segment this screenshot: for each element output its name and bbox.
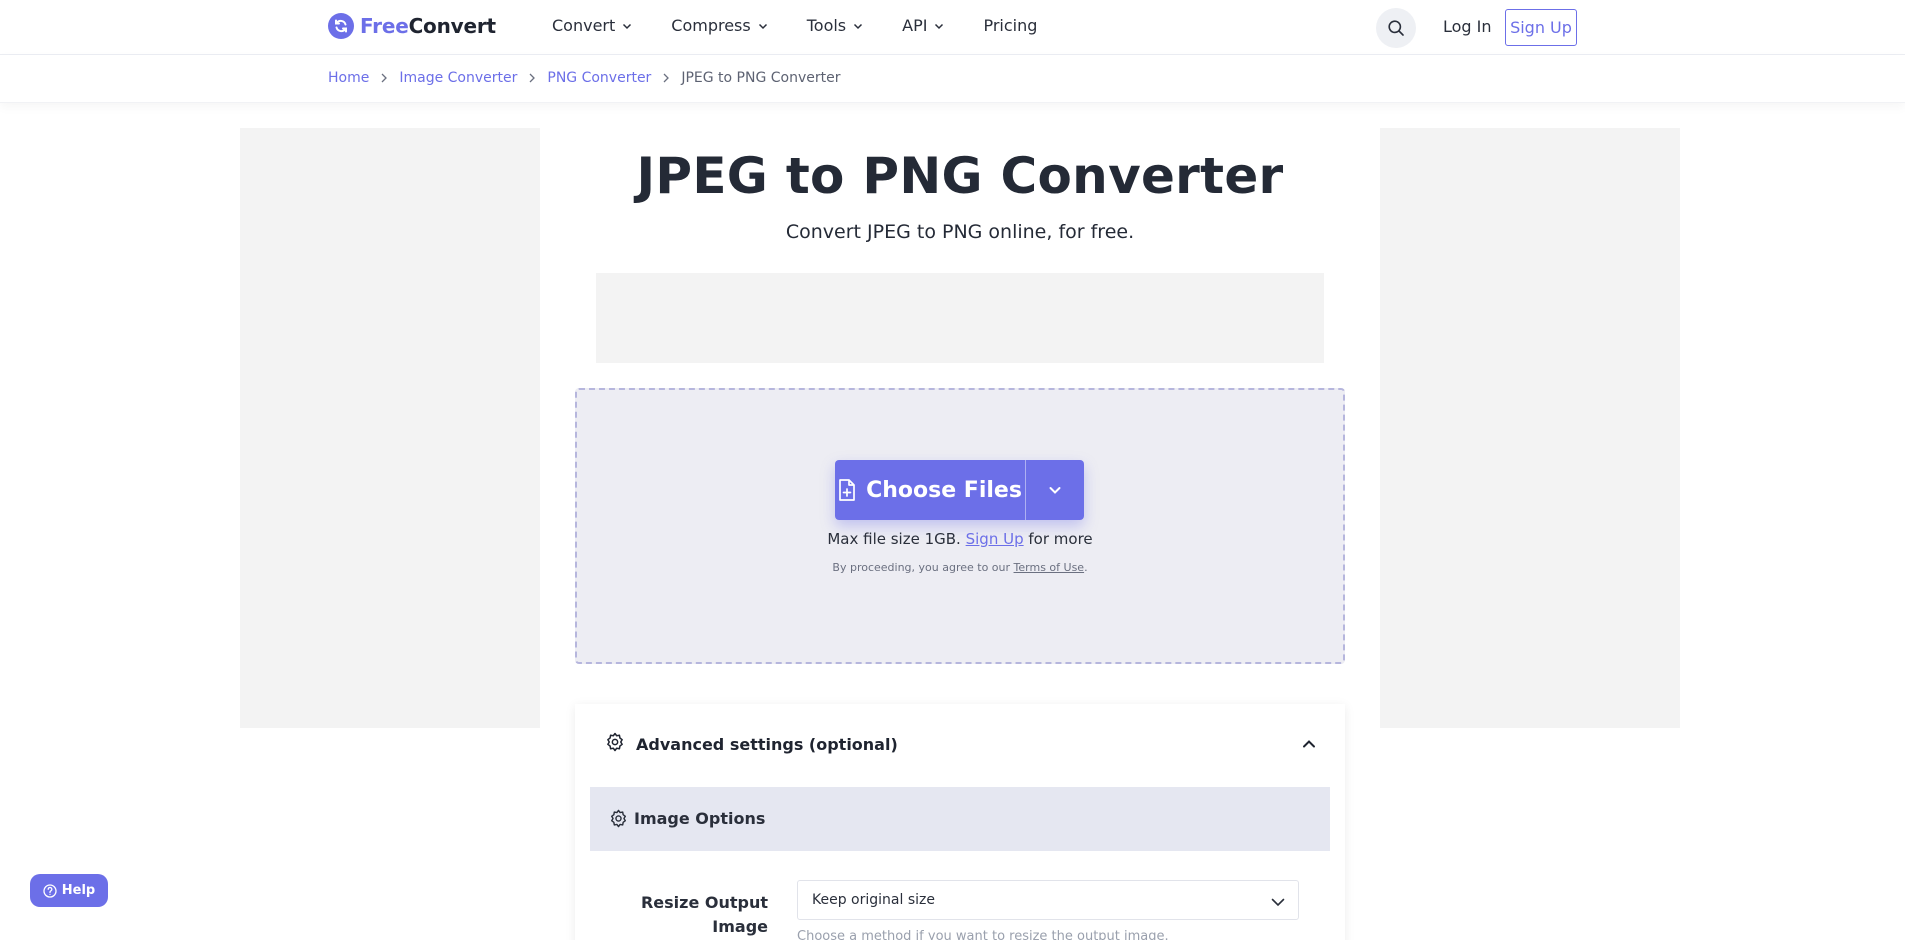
chevron-down-icon <box>758 23 767 29</box>
search-button[interactable] <box>1376 8 1416 48</box>
chevron-right-icon <box>380 73 388 83</box>
chevron-up-icon <box>1301 736 1317 756</box>
nav-pricing[interactable]: Pricing <box>983 16 1037 35</box>
chevron-right-icon <box>662 73 670 83</box>
resize-output-hint: Choose a method if you want to resize th… <box>797 929 1169 940</box>
chevron-down-icon <box>1049 487 1061 494</box>
breadcrumb-current: JPEG to PNG Converter <box>681 70 841 86</box>
breadcrumb-image-converter[interactable]: Image Converter <box>399 70 517 86</box>
terms-period: . <box>1084 561 1088 574</box>
resize-output-value: Keep original size <box>812 892 935 908</box>
breadcrumb-home[interactable]: Home <box>328 70 369 86</box>
file-dropzone[interactable] <box>575 388 1345 664</box>
breadcrumb-png-converter[interactable]: PNG Converter <box>547 70 651 86</box>
gear-icon <box>605 732 625 756</box>
nav-pricing-label: Pricing <box>983 16 1038 35</box>
ad-placeholder-left <box>240 128 540 728</box>
max-size-signup-link[interactable]: Sign Up <box>966 530 1024 548</box>
top-header: FreeConvert Convert Compress Tools API P… <box>0 0 1905 55</box>
nav-compress-label: Compress <box>671 16 751 35</box>
nav-convert-label: Convert <box>552 16 616 35</box>
nav-api-label: API <box>902 16 928 35</box>
choose-files-label: Choose Files <box>866 477 1022 503</box>
chevron-down-icon <box>623 23 632 29</box>
help-button[interactable]: Help <box>30 874 108 907</box>
choose-files-group: Choose Files <box>835 460 1084 520</box>
terms-of-use-link[interactable]: Terms of Use <box>1014 561 1085 574</box>
advanced-settings-card: Advanced settings (optional) Image Optio… <box>575 704 1345 940</box>
max-file-size-note: Max file size 1GB. Sign Up for more <box>575 530 1345 548</box>
breadcrumb-bar: Home Image Converter PNG Converter JPEG … <box>0 55 1905 103</box>
breadcrumb: Home Image Converter PNG Converter JPEG … <box>328 70 841 86</box>
page-subtitle: Convert JPEG to PNG online, for free. <box>785 221 1135 243</box>
nav-tools-label: Tools <box>806 16 847 35</box>
advanced-settings-title: Advanced settings (optional) <box>636 735 898 754</box>
image-options-section: Image Options <box>590 787 1330 851</box>
ad-placeholder-top <box>596 273 1324 363</box>
terms-note: By proceeding, you agree to our Terms of… <box>575 561 1345 574</box>
chevron-down-icon <box>935 23 944 29</box>
logo-text: FreeConvert <box>360 14 496 38</box>
chevron-down-icon <box>854 23 863 29</box>
page-title: JPEG to PNG Converter <box>636 147 1284 205</box>
logo-text-free: Free <box>360 14 409 38</box>
file-add-icon <box>839 479 855 501</box>
nav-convert[interactable]: Convert <box>552 16 633 35</box>
help-question-icon <box>43 883 57 898</box>
main-nav: Convert Compress Tools API Pricing <box>552 16 1075 35</box>
login-link[interactable]: Log In <box>1443 17 1492 36</box>
freeconvert-logo[interactable]: FreeConvert <box>328 13 496 39</box>
choose-source-dropdown[interactable] <box>1025 460 1084 520</box>
max-size-text: Max file size 1GB. <box>827 530 961 548</box>
nav-api[interactable]: API <box>902 16 945 35</box>
nav-compress[interactable]: Compress <box>671 16 768 35</box>
signup-button[interactable]: Sign Up <box>1505 9 1577 46</box>
resize-output-select[interactable]: Keep original size <box>797 880 1299 920</box>
resize-output-label: Resize Output Image <box>640 893 768 936</box>
logo-refresh-icon <box>328 13 354 39</box>
choose-files-button[interactable]: Choose Files <box>835 460 1025 520</box>
chevron-right-icon <box>528 73 536 83</box>
image-options-title: Image Options <box>634 809 766 828</box>
chevron-down-icon <box>1270 894 1286 914</box>
gear-icon <box>609 809 628 832</box>
logo-text-convert: Convert <box>408 14 496 38</box>
advanced-settings-toggle[interactable]: Advanced settings (optional) <box>575 704 1345 784</box>
search-icon <box>1388 20 1404 36</box>
terms-text: By proceeding, you agree to our <box>832 561 1011 574</box>
nav-tools[interactable]: Tools <box>807 16 864 35</box>
ad-placeholder-right <box>1380 128 1680 728</box>
max-size-suffix: for more <box>1028 530 1093 548</box>
help-label: Help <box>61 883 96 898</box>
